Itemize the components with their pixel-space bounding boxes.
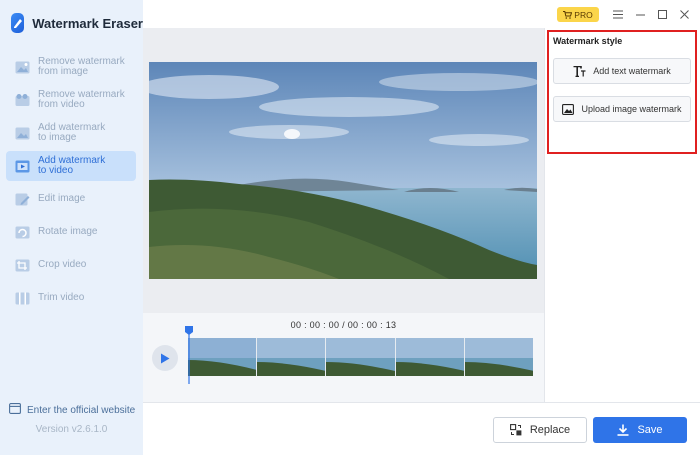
maximize-icon xyxy=(657,9,667,19)
timeline-thumbnail xyxy=(395,338,465,376)
menu-button[interactable] xyxy=(609,5,627,23)
pro-label: PRO xyxy=(574,9,593,20)
trim-video-icon xyxy=(14,291,30,305)
crop-video-icon xyxy=(14,258,30,272)
close-icon xyxy=(679,9,689,19)
play-icon xyxy=(161,353,170,363)
website-icon xyxy=(9,401,21,419)
sidebar-item-label: Edit image xyxy=(38,192,86,204)
sidebar-item-label: Crop video xyxy=(38,258,87,270)
sidebar-item-remove-watermark-video[interactable]: Remove watermark from video xyxy=(6,85,136,115)
upload-image-watermark-button[interactable]: Upload image watermark xyxy=(553,96,691,122)
video-preview-area xyxy=(143,28,544,313)
add-text-watermark-button[interactable]: Add text watermark xyxy=(553,58,691,84)
timeline-thumbnail xyxy=(188,338,258,376)
sidebar-item-label: Add watermark to image xyxy=(38,121,106,143)
minimize-button[interactable] xyxy=(631,5,649,23)
timeline-strip[interactable] xyxy=(188,338,533,376)
sidebar-item-add-watermark-video[interactable]: Add watermark to video xyxy=(6,151,136,181)
add-watermark-video-icon xyxy=(14,159,30,173)
remove-watermark-image-icon xyxy=(14,60,30,74)
maximize-button[interactable] xyxy=(653,5,671,23)
edit-image-icon xyxy=(14,192,30,206)
title-bar: PRO xyxy=(143,0,700,28)
replace-icon xyxy=(509,424,522,436)
sidebar: Watermark Eraser Remove watermark from i… xyxy=(0,0,143,455)
app-logo-icon xyxy=(11,13,25,33)
rotate-image-icon xyxy=(14,225,30,239)
sidebar-item-label: Add watermark to video xyxy=(38,154,106,176)
download-icon xyxy=(617,424,629,436)
watermark-style-panel: Watermark style Add text watermark Uploa… xyxy=(544,28,700,402)
app-title: Watermark Eraser xyxy=(32,15,143,31)
sidebar-nav: Remove watermark from image Remove water… xyxy=(6,52,136,316)
sidebar-item-crop-video[interactable]: Crop video xyxy=(6,250,136,280)
add-watermark-image-icon xyxy=(14,126,30,140)
hamburger-icon xyxy=(613,10,623,18)
add-text-watermark-label: Add text watermark xyxy=(593,66,671,76)
sidebar-item-add-watermark-image[interactable]: Add watermark to image xyxy=(6,118,136,148)
upload-image-watermark-label: Upload image watermark xyxy=(581,104,682,114)
text-icon xyxy=(573,65,586,77)
version-label: Version v2.6.1.0 xyxy=(35,424,108,435)
replace-label: Replace xyxy=(529,424,571,436)
play-button[interactable] xyxy=(152,345,178,371)
close-button[interactable] xyxy=(675,5,693,23)
timecode: 00 : 00 : 00 / 00 : 00 : 13 xyxy=(290,320,397,330)
replace-button[interactable]: Replace xyxy=(493,417,587,443)
sidebar-item-label: Trim video xyxy=(38,291,85,303)
timeline-thumbnail xyxy=(257,338,327,376)
timeline-thumbnail xyxy=(326,338,396,376)
sidebar-item-trim-video[interactable]: Trim video xyxy=(6,283,136,313)
image-icon xyxy=(562,103,575,115)
minimize-icon xyxy=(635,14,645,15)
watermark-style-title: Watermark style xyxy=(553,36,623,46)
timeline: 00 : 00 : 00 / 00 : 00 : 13 xyxy=(143,313,544,402)
sidebar-item-remove-watermark-image[interactable]: Remove watermark from image xyxy=(6,52,136,82)
sidebar-item-label: Remove watermark from image xyxy=(38,55,125,77)
save-button[interactable]: Save xyxy=(593,417,687,443)
watermark-style-box: Watermark style Add text watermark Uploa… xyxy=(547,30,697,154)
app-header: Watermark Eraser xyxy=(0,0,143,46)
official-website-label: Enter the official website xyxy=(27,404,136,416)
cart-icon xyxy=(563,10,573,19)
remove-watermark-video-icon xyxy=(14,93,30,107)
playhead-handle[interactable] xyxy=(185,326,193,384)
sidebar-item-rotate-image[interactable]: Rotate image xyxy=(6,217,136,247)
video-preview[interactable] xyxy=(149,62,537,279)
official-website-link[interactable]: Enter the official website xyxy=(9,401,135,419)
sidebar-item-label: Remove watermark from video xyxy=(38,88,125,110)
sidebar-item-edit-image[interactable]: Edit image xyxy=(6,184,136,214)
save-label: Save xyxy=(637,424,663,436)
sidebar-item-label: Rotate image xyxy=(38,225,98,237)
pro-button[interactable]: PRO xyxy=(557,7,599,22)
timeline-thumbnail xyxy=(464,338,533,376)
footer-bar: Replace Save xyxy=(143,402,700,455)
